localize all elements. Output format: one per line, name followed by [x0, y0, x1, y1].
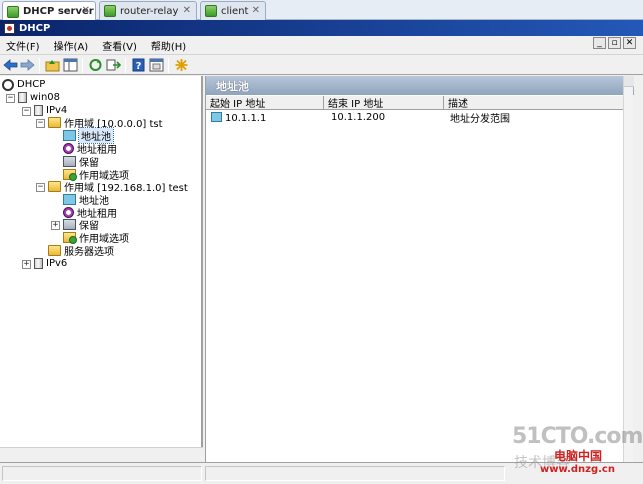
collapse-toggle[interactable]: −: [6, 94, 15, 103]
close-icon[interactable]: ✕: [82, 5, 90, 16]
watermark-url: www.dnzg.cn: [540, 464, 615, 475]
vm-tab-router-relay[interactable]: router-relay ✕: [99, 1, 197, 20]
address-pool-icon: [63, 194, 76, 205]
reservation-icon: [63, 219, 76, 230]
watermark-logo: 51CTO.com: [512, 424, 643, 449]
end-ip-cell: 10.1.1.200: [331, 112, 386, 123]
show-hide-tree-icon[interactable]: [63, 58, 78, 72]
watermark-site: 电脑中国: [554, 449, 603, 463]
address-pool-icon: [63, 130, 76, 141]
folder-icon: [48, 181, 61, 192]
help-icon[interactable]: ?: [131, 58, 146, 72]
scroll-up-icon[interactable]: [624, 76, 634, 87]
close-button[interactable]: ✕: [623, 37, 636, 49]
menu-bar: 文件(F) 操作(A) 查看(V) 帮助(H) _ ▫ ✕: [0, 36, 643, 54]
new-scope-icon[interactable]: [174, 58, 189, 72]
refresh-icon[interactable]: [88, 58, 103, 72]
console-tree[interactable]: DHCP − win08 − IPv4 − 作用域 [10.0.0.0] tst…: [0, 76, 203, 462]
restore-button[interactable]: ▫: [608, 37, 621, 49]
address-lease-icon: [63, 207, 74, 218]
vm-tab-label: client: [221, 5, 249, 17]
result-pane: 地址池 起始 IP 地址 结束 IP 地址 描述 10.1.1.1 10.1.1…: [205, 76, 634, 462]
column-header-description[interactable]: 描述: [444, 96, 624, 110]
toolbar-separator: [39, 58, 40, 73]
toolbar-separator: [125, 58, 126, 73]
svg-text:?: ?: [136, 61, 142, 72]
collapse-toggle[interactable]: −: [36, 183, 45, 192]
menu-action[interactable]: 操作(A): [48, 38, 95, 53]
column-header-start-ip[interactable]: 起始 IP 地址: [206, 96, 324, 110]
vm-tab-client[interactable]: client ✕: [200, 1, 266, 20]
minimize-button[interactable]: _: [593, 37, 606, 49]
dhcp-icon: [2, 78, 14, 91]
toolbar: ?: [0, 54, 643, 75]
toolbar-separator: [82, 58, 83, 73]
dhcp-app-icon: [4, 22, 15, 34]
scope-options-icon: [63, 232, 77, 244]
tree-node-dhcp[interactable]: DHCP: [2, 78, 45, 91]
tree-node-label: win08: [30, 92, 61, 103]
start-ip-value: 10.1.1.1: [225, 112, 267, 124]
collapse-toggle[interactable]: −: [36, 119, 45, 128]
tree-node-server[interactable]: win08: [18, 91, 60, 104]
tree-node-ipv6[interactable]: IPv6: [34, 257, 67, 270]
tree-node-label: IPv6: [46, 258, 68, 269]
toolbar-separator: [168, 58, 169, 73]
ipv6-icon: [34, 258, 43, 269]
up-folder-icon[interactable]: [45, 58, 60, 72]
folder-icon: [48, 245, 61, 256]
vertical-scrollbar[interactable]: [623, 76, 634, 462]
window-title-bar[interactable]: DHCP: [0, 20, 643, 36]
vm-running-icon: [104, 5, 116, 17]
status-cell: [205, 466, 505, 481]
vm-running-icon: [7, 5, 19, 18]
address-range-icon: [211, 111, 222, 122]
close-icon[interactable]: ✕: [252, 5, 260, 16]
menu-help[interactable]: 帮助(H): [145, 38, 192, 53]
address-lease-icon: [63, 143, 74, 154]
expand-toggle[interactable]: +: [51, 221, 60, 230]
tree-node-label: DHCP: [17, 79, 46, 90]
expand-toggle[interactable]: +: [22, 260, 31, 269]
description-cell: 地址分发范围: [450, 114, 510, 125]
close-icon[interactable]: ✕: [183, 5, 191, 16]
reservation-icon: [63, 156, 76, 167]
menu-file[interactable]: 文件(F): [0, 38, 46, 53]
vm-running-icon: [205, 5, 217, 17]
server-icon: [18, 92, 27, 103]
folder-icon: [48, 117, 61, 128]
collapse-toggle[interactable]: −: [22, 107, 31, 116]
pane-title: 地址池: [206, 76, 634, 95]
menu-view[interactable]: 查看(V): [96, 38, 143, 53]
vm-tab-label: router-relay: [120, 5, 179, 17]
window-title: DHCP: [19, 22, 51, 34]
vm-tab-dhcp-server[interactable]: DHCP server ✕: [2, 1, 96, 21]
forward-icon[interactable]: [20, 58, 35, 72]
tree-node-label: 服务器选项: [64, 247, 114, 258]
export-list-icon[interactable]: [106, 58, 121, 72]
table-row[interactable]: 10.1.1.1 10.1.1.200 地址分发范围: [206, 111, 624, 125]
vm-tab-bar: DHCP server ✕ router-relay ✕ client ✕: [0, 0, 643, 21]
start-ip-cell: 10.1.1.1: [211, 111, 267, 124]
ipv4-icon: [34, 105, 43, 116]
tree-node-server-options[interactable]: 服务器选项: [48, 244, 114, 258]
properties-icon[interactable]: [149, 58, 164, 72]
back-icon[interactable]: [3, 58, 18, 72]
status-cell: [2, 466, 202, 481]
tree-horizontal-scrollbar[interactable]: [0, 447, 203, 462]
column-header-end-ip[interactable]: 结束 IP 地址: [324, 96, 444, 110]
tree-node-scope-192-168-1-0[interactable]: 作用域 [192.168.1.0] test: [48, 180, 188, 194]
